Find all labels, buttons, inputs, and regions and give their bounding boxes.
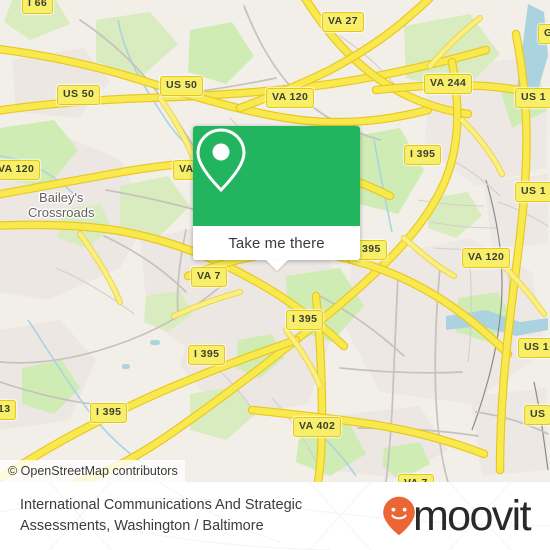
shield-va-27: VA 27 bbox=[322, 12, 365, 32]
shield-va-402: VA 402 bbox=[293, 417, 342, 437]
shield-partial-left: 13 bbox=[0, 400, 17, 420]
moovit-location-card: .land { fill:#f2efe9; } .urban { fill:#e… bbox=[0, 0, 550, 550]
shield-us-1-mid: US 1 bbox=[518, 338, 550, 358]
moovit-smiley-pin-icon bbox=[382, 496, 416, 536]
footer-bar: International Communications And Strateg… bbox=[0, 482, 550, 550]
take-me-there-label: Take me there bbox=[228, 234, 325, 252]
shield-va-7-bottom: VA 7 bbox=[398, 474, 434, 482]
location-popup-card[interactable]: Take me there bbox=[193, 126, 360, 271]
shield-i-395-southwest: I 395 bbox=[90, 403, 128, 423]
shield-i-395-north: I 395 bbox=[404, 145, 442, 165]
shield-i-395-behind-card: 395 bbox=[356, 240, 387, 260]
osm-attribution[interactable]: © OpenStreetMap contributors bbox=[0, 460, 185, 482]
shield-us-1-upper: US 1 bbox=[515, 182, 550, 202]
shield-us-50-east: US 50 bbox=[160, 76, 204, 96]
moovit-wordmark: moovit bbox=[412, 491, 532, 540]
shield-i-66: I 66 bbox=[22, 0, 54, 14]
shield-va-244: VA 244 bbox=[424, 74, 473, 94]
popup-pointer bbox=[265, 260, 288, 271]
osm-attribution-text: © OpenStreetMap contributors bbox=[8, 464, 178, 478]
popup-pin-area bbox=[193, 126, 360, 226]
shield-us-partial-right: US bbox=[524, 405, 550, 425]
shield-i-395-center: I 395 bbox=[286, 310, 324, 330]
shield-va-120-east: VA 120 bbox=[462, 248, 511, 268]
take-me-there-button[interactable]: Take me there bbox=[193, 226, 360, 260]
shield-va-7-mid: VA 7 bbox=[191, 267, 227, 287]
shield-us-50-west: US 50 bbox=[57, 85, 101, 105]
shield-va-120-north: VA 120 bbox=[266, 88, 315, 108]
venue-name: International Communications And Strateg… bbox=[20, 497, 303, 534]
map-canvas[interactable]: .land { fill:#f2efe9; } .urban { fill:#e… bbox=[0, 0, 550, 482]
shield-partial-right-top: G bbox=[538, 24, 550, 44]
shield-i-395-left: I 395 bbox=[188, 345, 226, 365]
shield-va-120-west: VA 120 bbox=[0, 160, 41, 180]
shield-us-1-top: US 1 bbox=[515, 88, 550, 108]
moovit-brand[interactable]: moovit bbox=[382, 491, 538, 540]
